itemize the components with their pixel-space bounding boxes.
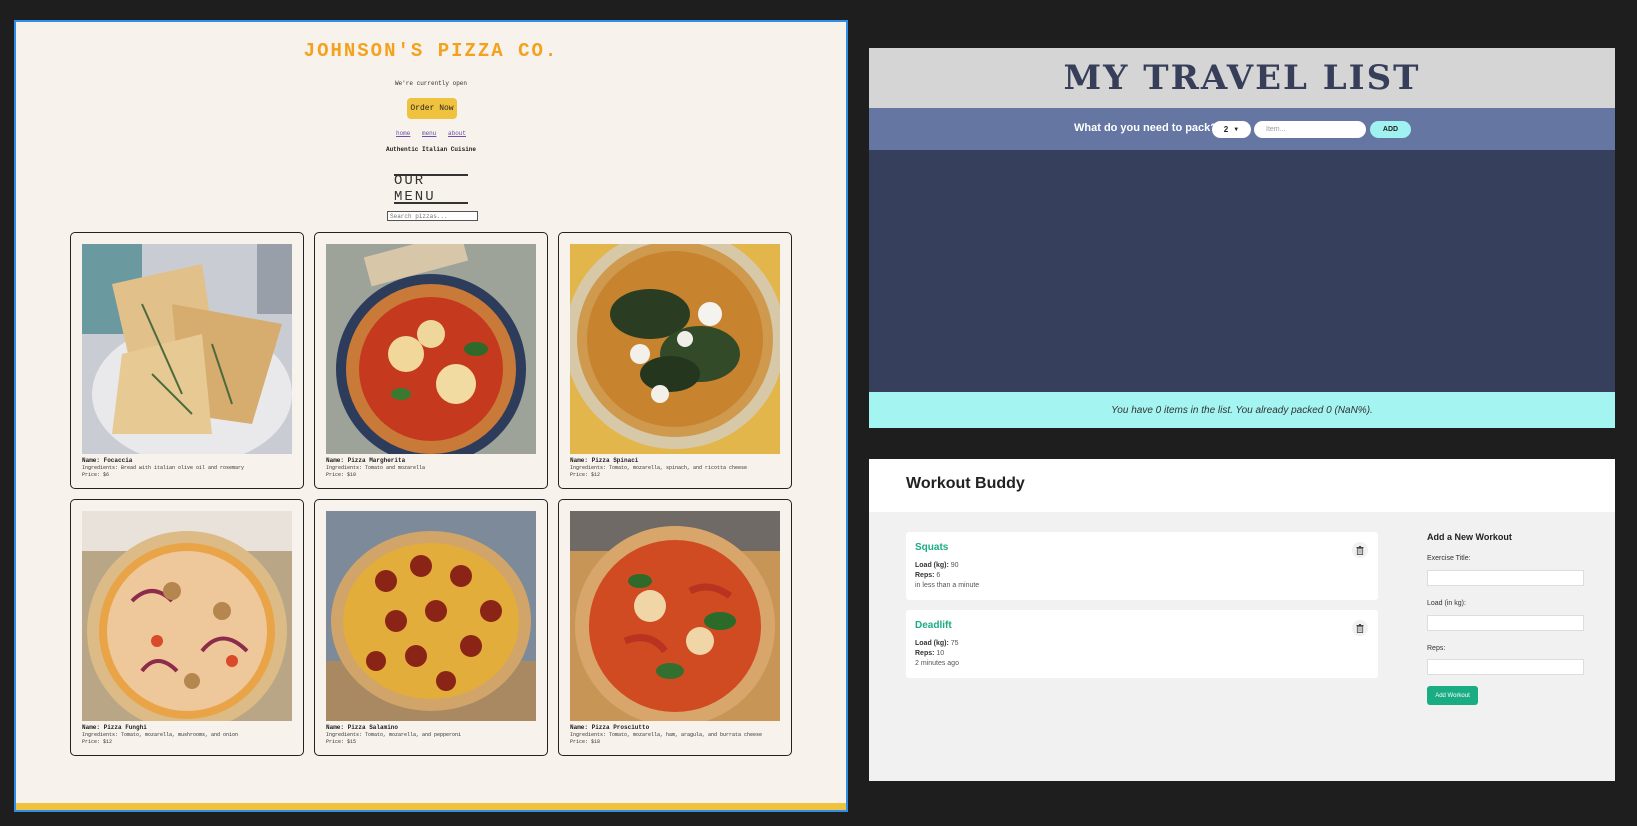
pack-question: What do you need to pack? xyxy=(1074,122,1218,134)
load-input[interactable] xyxy=(1427,615,1584,631)
pizza-card: Name: Pizza Spinaci Ingredients: Tomato,… xyxy=(558,232,792,489)
funghi-photo xyxy=(82,511,292,721)
workout-load: Load (kg): 90 xyxy=(915,562,959,569)
chevron-down-icon: ▼ xyxy=(1233,126,1240,133)
workout-header: Workout Buddy xyxy=(869,459,1615,512)
quantity-select[interactable]: 2 ▼ xyxy=(1212,121,1251,138)
packing-list xyxy=(869,150,1615,392)
spinaci-photo xyxy=(570,244,780,454)
pizza-card: Name: Pizza Salamino Ingredients: Tomato… xyxy=(314,499,548,756)
reps-input[interactable] xyxy=(1427,659,1584,675)
workout-load: Load (kg): 75 xyxy=(915,640,959,647)
pizza-ingredients: Ingredients: Tomato, mozarella, and pepp… xyxy=(326,732,462,738)
pizza-site-title: JOHNSON'S PIZZA CO. xyxy=(303,40,559,62)
pizza-ingredients: Ingredients: Tomato and mozarella xyxy=(326,465,426,471)
quantity-value: 2 xyxy=(1223,125,1229,134)
exercise-title-label: Exercise Title: xyxy=(1427,555,1471,562)
trash-icon xyxy=(1356,545,1364,555)
pizza-card: Name: Pizza Funghi Ingredients: Tomato, … xyxy=(70,499,304,756)
workout-reps: Reps: 10 xyxy=(915,650,945,657)
load-label: Load (in kg): xyxy=(1427,600,1466,607)
nav-link-home[interactable]: home xyxy=(396,130,410,137)
nav-link-about[interactable]: about xyxy=(448,130,466,137)
nav-link-menu[interactable]: menu xyxy=(422,130,436,137)
pizza-footer-bar xyxy=(16,803,846,810)
add-item-button[interactable]: ADD xyxy=(1370,121,1411,138)
pizza-app-window: JOHNSON'S PIZZA CO. We're currently open… xyxy=(14,20,848,812)
delete-workout-button[interactable] xyxy=(1352,620,1368,636)
pizza-name: Name: Pizza Spinaci xyxy=(570,457,639,464)
reps-label: Reps: xyxy=(1427,645,1446,652)
add-workout-heading: Add a New Workout xyxy=(1427,532,1512,542)
add-workout-button[interactable]: Add Workout xyxy=(1427,686,1478,705)
add-item-form: What do you need to pack? 2 ▼ Item... AD… xyxy=(869,108,1615,150)
workout-title: Squats xyxy=(915,542,949,553)
pizza-ingredients: Ingredients: Tomato, mozarella, ham, ara… xyxy=(570,732,763,738)
workout-app-title: Workout Buddy xyxy=(906,475,1025,492)
travel-title: MY TRAVEL LIST xyxy=(869,48,1615,108)
pizza-ingredients: Ingredients: Tomato, mozarella, mushroom… xyxy=(82,732,239,738)
pizza-price: Price: $12 xyxy=(82,739,113,745)
item-input[interactable]: Item... xyxy=(1254,121,1366,138)
pizza-price: Price: $15 xyxy=(326,739,357,745)
pizza-name: Name: Pizza Margherita xyxy=(326,457,406,464)
pizza-card: Name: Pizza Margherita Ingredients: Toma… xyxy=(314,232,548,489)
exercise-title-input[interactable] xyxy=(1427,570,1584,586)
salamino-photo xyxy=(326,511,536,721)
workout-title: Deadlift xyxy=(915,620,952,631)
margherita-photo xyxy=(326,244,536,454)
pizza-nav: home menu about xyxy=(16,130,846,137)
pizza-name: Name: Pizza Funghi xyxy=(82,724,147,731)
workout-card: Squats Load (kg): 90 Reps: 6 in less tha… xyxy=(906,532,1378,600)
open-status-text: We're currently open xyxy=(394,80,467,87)
workout-time-ago: 2 minutes ago xyxy=(915,660,959,667)
trash-icon xyxy=(1356,623,1364,633)
pizza-name: Name: Focaccia xyxy=(82,457,133,464)
workout-reps: Reps: 6 xyxy=(915,572,941,579)
pizza-card: Name: Focaccia Ingredients: Bread with i… xyxy=(70,232,304,489)
pizza-ingredients: Ingredients: Tomato, mozarella, spinach,… xyxy=(570,465,748,471)
delete-workout-button[interactable] xyxy=(1352,542,1368,558)
order-now-button[interactable]: Order Now xyxy=(407,98,457,119)
pizza-name: Name: Pizza Salamino xyxy=(326,724,399,731)
search-pizzas-input[interactable] xyxy=(387,211,478,221)
focaccia-photo xyxy=(82,244,292,454)
pizza-card: Name: Pizza Prosciutto Ingredients: Toma… xyxy=(558,499,792,756)
pizza-price: Price: $6 xyxy=(82,472,110,478)
workout-time-ago: in less than a minute xyxy=(915,582,980,589)
stats-footer: You have 0 items in the list. You alread… xyxy=(869,392,1615,428)
pizza-price: Price: $10 xyxy=(326,472,357,478)
travel-app-window: MY TRAVEL LIST What do you need to pack?… xyxy=(869,48,1615,428)
pizza-name: Name: Pizza Prosciutto xyxy=(570,724,650,731)
workout-app-window: Workout Buddy Squats Load (kg): 90 Reps:… xyxy=(869,459,1615,781)
tagline-text: Authentic Italian Cuisine xyxy=(385,146,476,153)
workout-card: Deadlift Load (kg): 75 Reps: 10 2 minute… xyxy=(906,610,1378,678)
menu-heading: OUR MENU xyxy=(394,173,468,205)
prosciutto-photo xyxy=(570,511,780,721)
pizza-price: Price: $18 xyxy=(570,739,601,745)
pizza-ingredients: Ingredients: Bread with italian olive oi… xyxy=(82,465,245,471)
pizza-price: Price: $12 xyxy=(570,472,601,478)
